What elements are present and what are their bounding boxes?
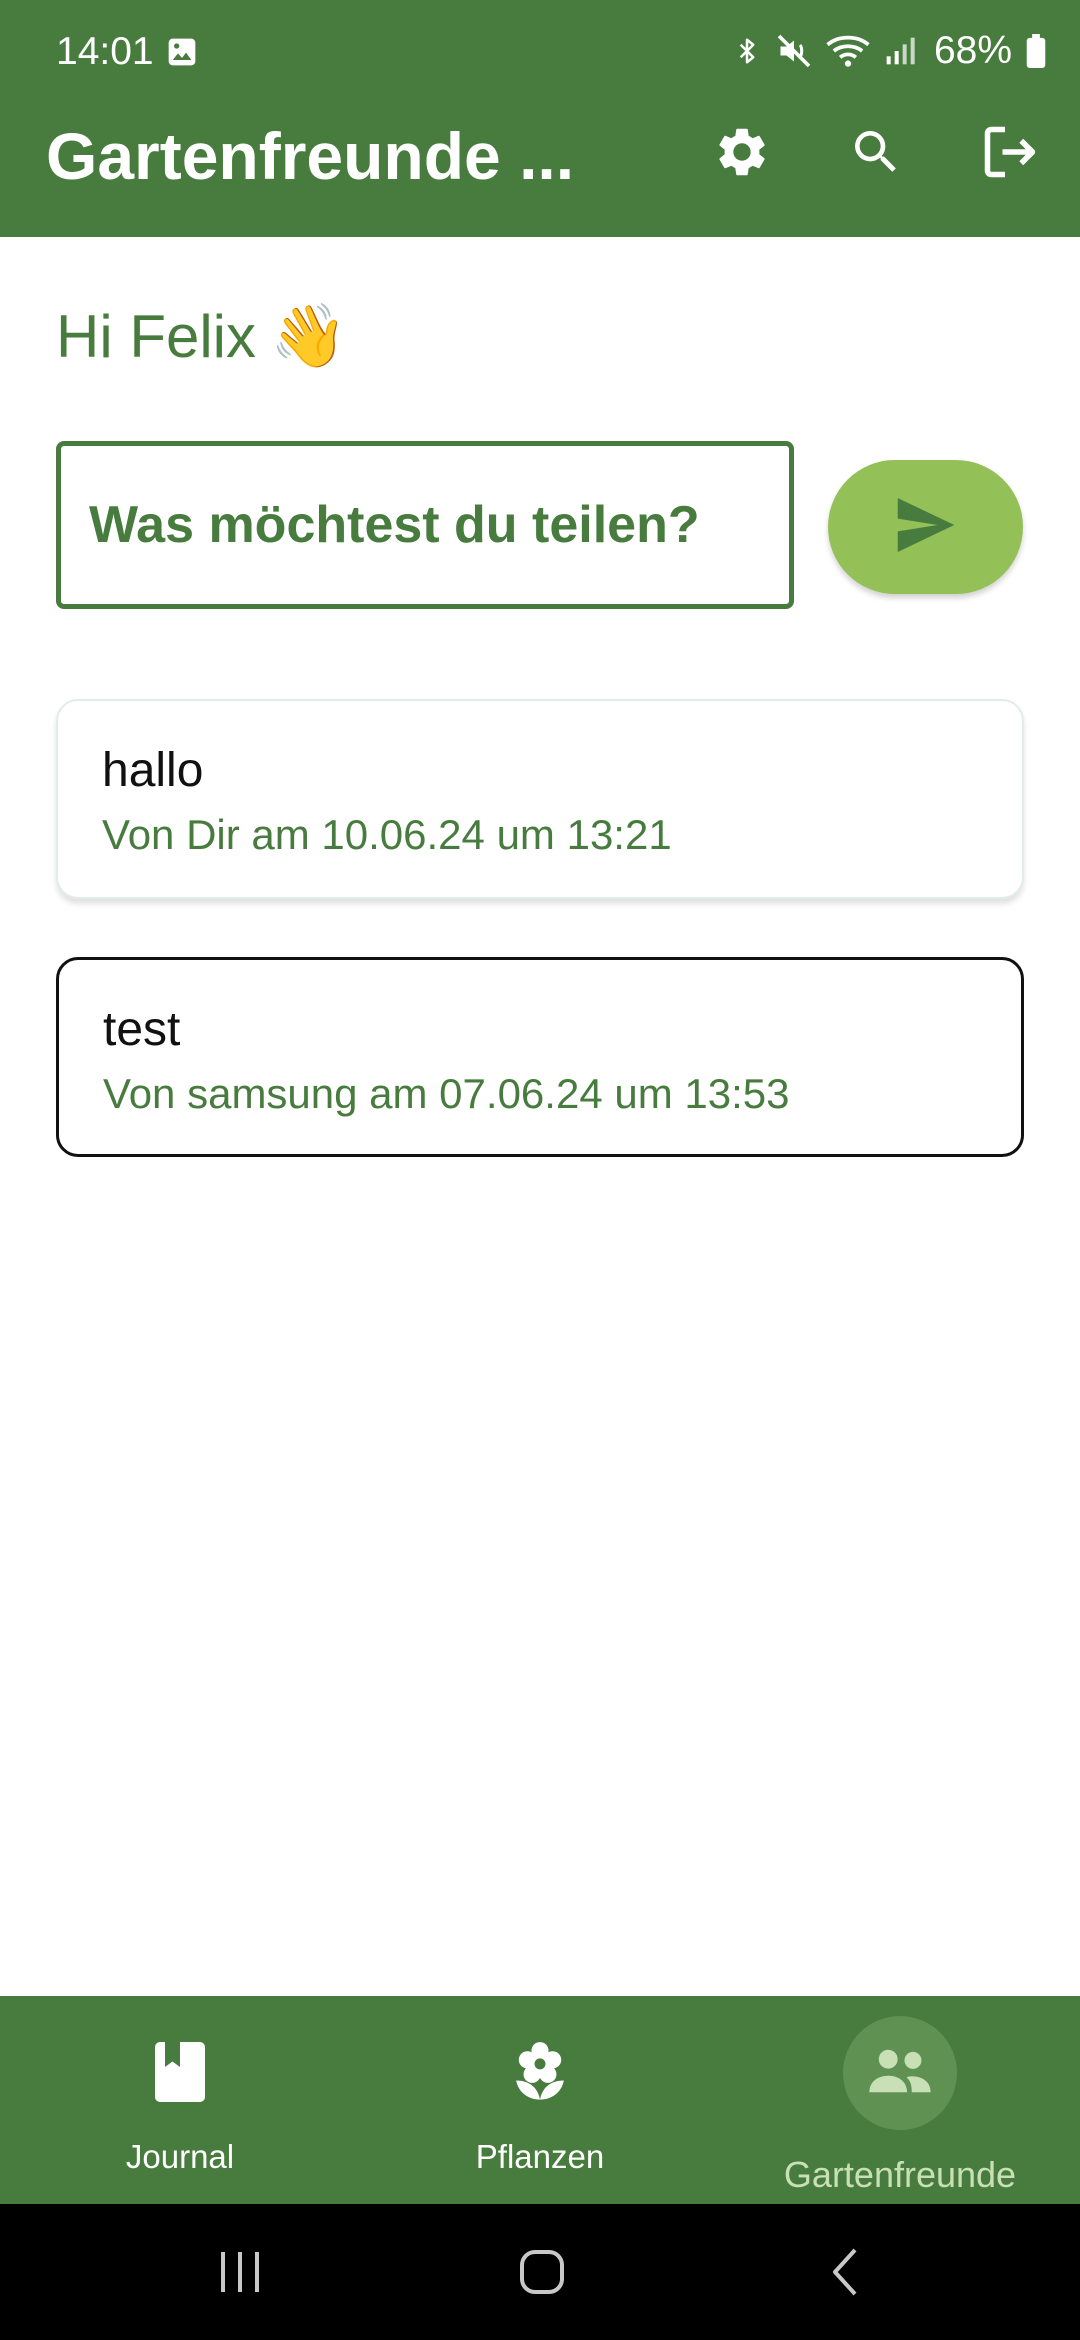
nav-label-gartenfreunde: Gartenfreunde	[783, 2154, 1017, 2195]
people-icon	[867, 2047, 933, 2100]
settings-button[interactable]	[712, 124, 772, 184]
recent-apps-button[interactable]	[212, 2250, 268, 2299]
waving-hand-emoji: 👋	[270, 302, 348, 371]
bluetooth-icon	[732, 33, 762, 69]
home-icon	[519, 2249, 565, 2299]
status-icons: 68%	[732, 26, 1046, 76]
nav-item-journal[interactable]: Journal	[0, 1996, 360, 2204]
send-button[interactable]	[828, 460, 1023, 594]
search-icon	[848, 124, 904, 185]
logout-button[interactable]	[980, 124, 1040, 184]
home-button[interactable]	[515, 2249, 569, 2299]
app-title: Gartenfreunde ...	[46, 119, 575, 193]
post-input[interactable]	[56, 441, 794, 609]
send-icon	[895, 497, 957, 557]
system-navigation-bar	[0, 2204, 1080, 2340]
post-meta: Von samsung am 07.06.24 um 13:53	[103, 1070, 790, 1117]
post-meta: Von Dir am 10.06.24 um 13:21	[102, 811, 672, 858]
gallery-notification-icon	[166, 36, 198, 68]
nav-item-pflanzen[interactable]: Pflanzen	[360, 1996, 720, 2204]
post-text: hallo	[102, 744, 204, 797]
battery-level: 68%	[933, 29, 1012, 72]
mute-icon	[776, 33, 812, 69]
battery-icon	[1026, 34, 1046, 68]
book-icon	[154, 2042, 206, 2102]
gear-icon	[713, 123, 771, 186]
greeting-text: Hi Felix	[56, 303, 257, 370]
flower-icon	[511, 2040, 569, 2102]
nav-label-pflanzen: Pflanzen	[475, 2138, 605, 2175]
signal-icon	[884, 34, 916, 68]
post-text: test	[103, 1003, 181, 1056]
bottom-navigation: Journal Pflanzen Gartenfreunde	[0, 1996, 1080, 2204]
back-icon	[829, 2247, 861, 2302]
status-time: 14:01	[56, 30, 154, 73]
nav-label-journal: Journal	[125, 2138, 235, 2175]
greeting: Hi Felix 👋	[56, 300, 347, 373]
app-bar: 14:01 68% Gartenfreunde ...	[0, 0, 1080, 237]
post-card[interactable]: test Von samsung am 07.06.24 um 13:53	[56, 957, 1024, 1157]
wifi-icon	[826, 33, 870, 69]
logout-icon	[980, 122, 1040, 187]
nav-item-gartenfreunde[interactable]: Gartenfreunde	[720, 1996, 1080, 2204]
selected-indicator	[843, 2016, 957, 2130]
post-card[interactable]: hallo Von Dir am 10.06.24 um 13:21	[56, 699, 1024, 899]
recent-apps-icon	[217, 2250, 263, 2299]
search-button[interactable]	[846, 124, 906, 184]
back-button[interactable]	[822, 2248, 868, 2296]
